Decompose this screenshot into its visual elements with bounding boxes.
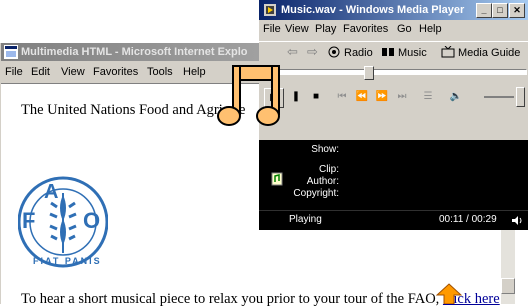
page-heading-text: The United Nations Food and Agri — [21, 102, 223, 118]
ie-menu-favorites[interactable]: Favorites — [93, 66, 138, 78]
ie-title-text: Multimedia HTML - Microsoft Internet Exp… — [21, 46, 248, 58]
ie-menu-file[interactable]: File — [5, 66, 23, 78]
volume-thumb[interactable] — [516, 87, 525, 107]
stop-button[interactable]: ■ — [307, 88, 325, 106]
ie-menu-view[interactable]: View — [61, 66, 85, 78]
ie-logo-icon — [4, 45, 18, 59]
wmp-links-bar: ⇦ ⇨ Radio Music Media Guide — [259, 41, 528, 62]
wmp-title-bar[interactable]: Music.wav - Windows Media Player _ □ ✕ — [259, 0, 528, 20]
music-note-icon — [217, 65, 280, 126]
music-link[interactable]: Music — [381, 46, 427, 59]
wmp-menu-play[interactable]: Play — [315, 23, 336, 35]
forward-arrow-icon[interactable]: ⇨ — [307, 44, 318, 60]
wmp-menu-file[interactable]: File — [263, 23, 281, 35]
speaker-icon[interactable] — [511, 215, 523, 226]
radio-icon — [328, 46, 340, 58]
ie-scrollbar-down-button[interactable] — [501, 278, 515, 294]
mute-button[interactable]: 🔈 — [447, 88, 465, 106]
wmp-menu-go[interactable]: Go — [397, 23, 412, 35]
playback-status: Playing — [289, 214, 322, 225]
copyright-label: Copyright: — [293, 188, 339, 199]
clip-file-icon — [271, 172, 283, 186]
fao-logo-letter-o: O — [83, 208, 101, 233]
radio-link-label: Radio — [344, 47, 373, 59]
maximize-button[interactable]: □ — [492, 3, 508, 18]
wmp-title-text: Music.wav - Windows Media Player — [281, 4, 465, 16]
page-heading: The United Nations Food and Agri — [21, 102, 223, 119]
page-paragraph: To hear a short musical piece to relax y… — [21, 291, 500, 308]
playback-time: 00:11 / 00:29 — [439, 214, 497, 225]
music-link-label: Music — [398, 47, 427, 59]
fao-logo-motto: FIAT PANIS — [33, 256, 102, 266]
wmp-window: Music.wav - Windows Media Player _ □ ✕ F… — [259, 0, 528, 230]
wmp-menu-view[interactable]: View — [285, 23, 309, 35]
media-guide-link[interactable]: Media Guide — [441, 46, 520, 59]
seek-bar[interactable] — [267, 69, 527, 75]
media-guide-link-label: Media Guide — [458, 47, 521, 59]
up-arrow-icon — [436, 283, 462, 304]
seek-thumb[interactable] — [364, 66, 374, 80]
show-label: Show: — [311, 144, 339, 155]
wmp-menu-help[interactable]: Help — [419, 23, 442, 35]
radio-link[interactable]: Radio — [327, 46, 373, 59]
media-guide-icon — [441, 46, 455, 58]
ie-menu-tools[interactable]: Tools — [147, 66, 173, 78]
rewind-button[interactable]: ⏪ — [353, 88, 371, 106]
fao-logo-letter-a: A — [44, 181, 59, 203]
next-button[interactable]: ⏭ — [393, 88, 411, 106]
minimize-button[interactable]: _ — [476, 3, 492, 18]
playlist-button[interactable]: ☰ — [419, 88, 437, 106]
wmp-status-bar: Playing 00:11 / 00:29 — [259, 210, 528, 230]
fast-forward-button[interactable]: ⏩ — [373, 88, 391, 106]
close-button[interactable]: ✕ — [509, 3, 525, 18]
volume-slider[interactable] — [484, 96, 514, 98]
ie-menu-help[interactable]: Help — [183, 66, 206, 78]
previous-button[interactable]: ⏮ — [333, 88, 351, 106]
fao-logo-letter-f: F — [22, 208, 36, 233]
page-paragraph-text: To hear a short musical piece to relax y… — [21, 291, 443, 307]
wmp-menu-favorites[interactable]: Favorites — [343, 23, 388, 35]
wmp-menu-bar: File View Play Favorites Go Help — [259, 21, 528, 39]
music-icon — [382, 48, 394, 56]
wmp-logo-icon — [264, 4, 276, 16]
ie-menu-edit[interactable]: Edit — [31, 66, 50, 78]
